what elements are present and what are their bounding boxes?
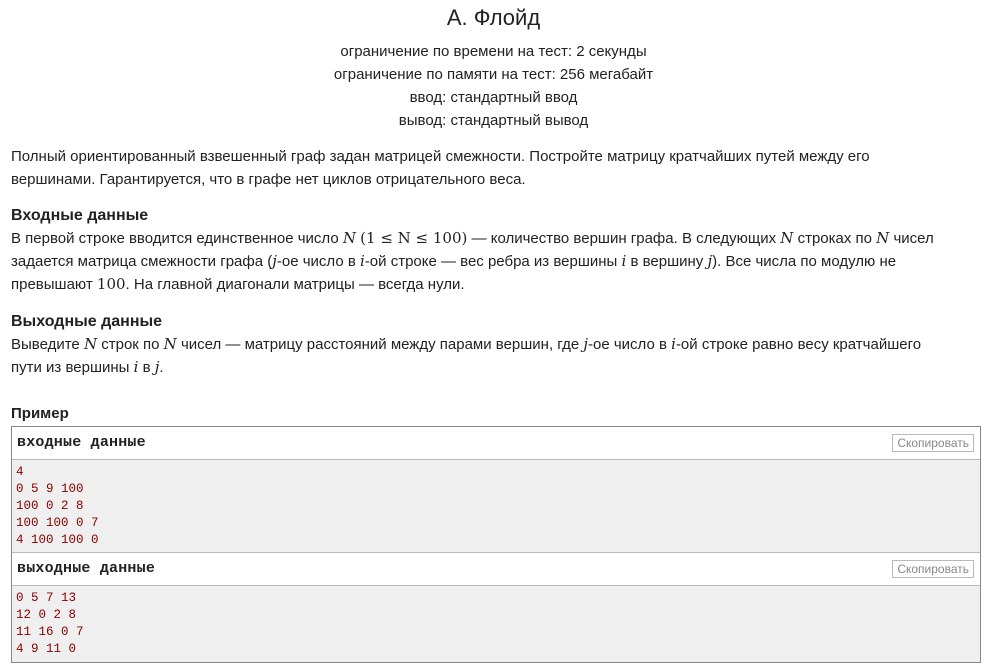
input-spec-fragment: строках по	[793, 230, 877, 247]
sample-input-header: входные данные Скопировать	[12, 427, 980, 460]
sample-output-header: выходные данные Скопировать	[12, 553, 980, 586]
input-file: ввод: стандартный ввод	[409, 89, 578, 106]
output-line: 11 16 0 7	[16, 625, 84, 639]
input-spec-fragment: -ой строке — вес ребра из вершины	[364, 253, 622, 270]
output-spec-text: Выведите N строк по N чисел — матрицу ра…	[11, 333, 971, 379]
output-spec-fragment: .	[159, 359, 164, 376]
problem-title: A. Флойд	[446, 5, 541, 30]
math-var-n: N	[876, 229, 890, 247]
input-spec-text: В первой строке вводится единственное чи…	[11, 227, 971, 296]
problem-header: A. Флойд ограничение по времени на тест:…	[0, 0, 987, 132]
output-line: 4 9 11 0	[16, 642, 77, 656]
math-var-n: N	[163, 335, 177, 353]
math-number-100: 100	[96, 275, 126, 293]
input-spec-fragment: задается матрица смежности графа (	[11, 253, 273, 270]
sample-input-label: входные данные	[17, 434, 146, 451]
input-spec-fragment: -ое число в	[276, 253, 360, 270]
memory-limit: ограничение по памяти на тест: 256 мегаб…	[333, 66, 654, 83]
input-line: 0 5 9 100	[16, 482, 84, 496]
sample-output-content: 0 5 7 13 12 0 2 8 11 16 0 7 4 9 11 0	[12, 586, 980, 662]
legend-line-2: вершинами. Гарантируется, что в графе не…	[11, 171, 526, 188]
math-var-n: N	[83, 335, 98, 353]
sample-title: Пример	[11, 405, 69, 422]
output-spec-fragment: пути из вершины	[11, 359, 134, 376]
output-spec-fragment: -ое число в	[588, 336, 672, 353]
legend-text: Полный ориентированный взвешенный граф з…	[11, 145, 971, 191]
copy-input-button[interactable]: Скопировать	[892, 434, 974, 452]
input-spec-fragment: превышают	[11, 276, 97, 293]
output-spec-fragment: в	[138, 359, 155, 376]
sample-tests: входные данные Скопировать 4 0 5 9 100 100…	[11, 426, 981, 663]
output-spec-fragment: -ой строке равно весу кратчайшего	[675, 336, 922, 353]
input-spec-fragment: ). Все числа по модулю не	[712, 253, 897, 270]
problem-statement: Полный ориентированный взвешенный граф з…	[11, 145, 971, 379]
input-line: 4 100 100 0	[16, 533, 99, 547]
input-spec-fragment: — количество вершин графа. В следующих	[467, 230, 781, 247]
input-line: 100 100 0 7	[16, 516, 99, 530]
sample-output-label: выходные данные	[17, 560, 156, 577]
copy-output-button[interactable]: Скопировать	[892, 560, 974, 578]
math-constraint: (1 ≤ N ≤ 100)	[360, 229, 468, 247]
input-line: 100 0 2 8	[16, 499, 84, 513]
legend-line-1: Полный ориентированный взвешенный граф з…	[11, 148, 870, 165]
output-line: 12 0 2 8	[16, 608, 77, 622]
input-spec-fragment: чисел	[889, 230, 934, 247]
math-var-n: N	[780, 229, 794, 247]
math-var-n: N	[342, 229, 356, 247]
time-limit: ограничение по времени на тест: 2 секунд…	[340, 43, 647, 60]
input-spec-fragment: в вершину	[626, 253, 708, 270]
input-spec-fragment: В первой строке вводится единственное чи…	[11, 230, 343, 247]
problem-limits: ограничение по времени на тест: 2 секунд…	[0, 40, 987, 132]
output-spec-fragment: Выведите	[11, 336, 84, 353]
input-spec-fragment: . На главной диагонали матрицы — всегда …	[125, 276, 465, 293]
output-spec-fragment: чисел — матрицу расстояний между парами …	[176, 336, 584, 353]
input-line: 4	[16, 465, 24, 479]
output-line: 0 5 7 13	[16, 591, 77, 605]
output-spec-fragment: строк по	[97, 336, 164, 353]
output-file: вывод: стандартный вывод	[398, 112, 589, 129]
sample-input-content: 4 0 5 9 100 100 0 2 8 100 100 0 7 4 100 100 …	[12, 460, 980, 553]
output-spec-title: Выходные данные	[11, 313, 163, 330]
input-spec-title: Входные данные	[11, 207, 149, 224]
